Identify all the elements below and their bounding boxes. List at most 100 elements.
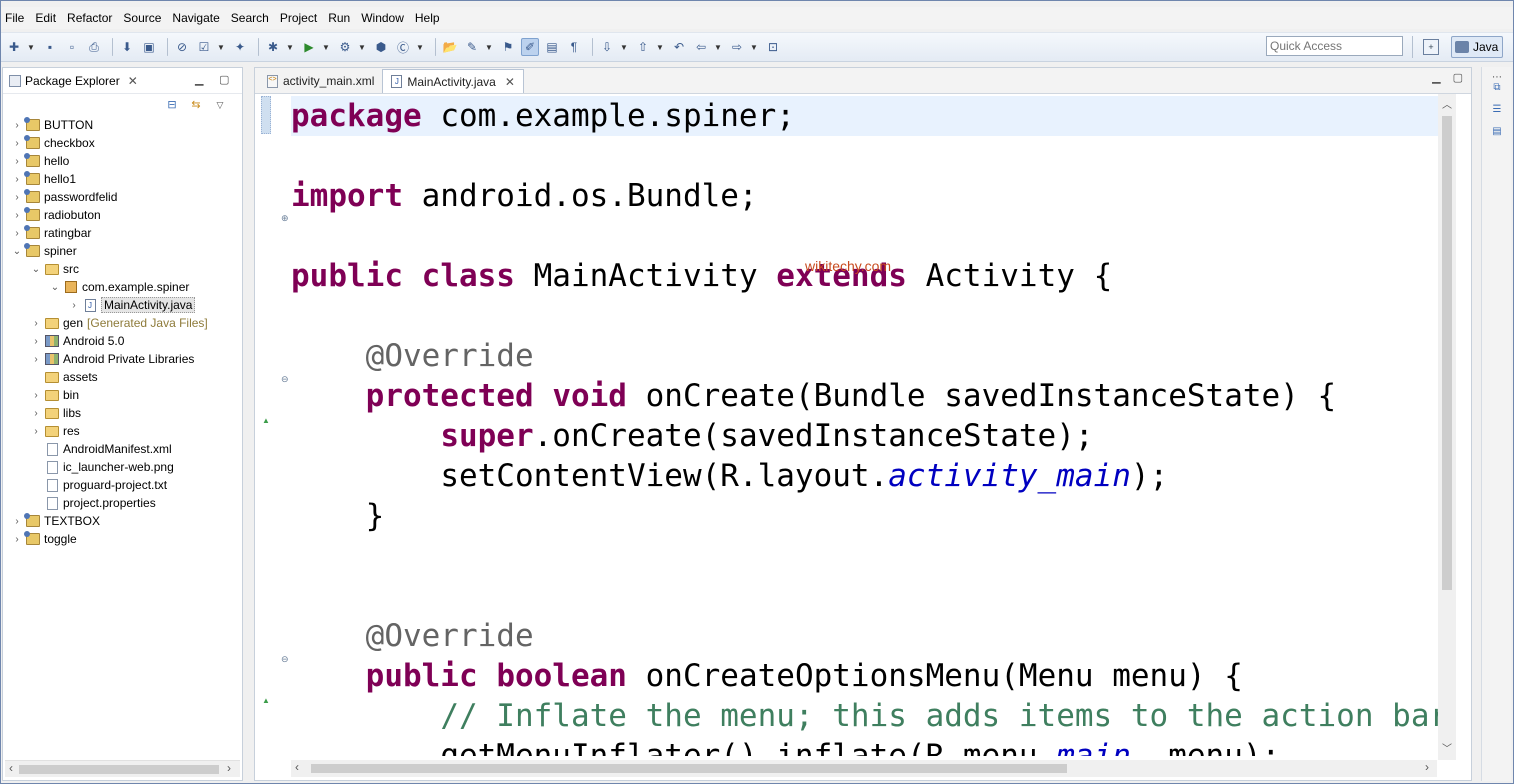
new-android-project-icon[interactable]: ✦ [231, 38, 249, 56]
print-icon[interactable]: ⎙ [85, 38, 103, 56]
menu-help[interactable]: Help [411, 11, 447, 25]
menu-window[interactable]: Window [357, 11, 411, 25]
forward-icon[interactable]: ⇨ [728, 38, 746, 56]
chevron-right-icon[interactable]: › [11, 210, 23, 221]
chevron-right-icon[interactable]: › [68, 300, 80, 311]
code-editor[interactable]: package com.example.spiner; import andro… [291, 94, 1439, 756]
new-icon[interactable]: ✚ [5, 38, 23, 56]
java-perspective-button[interactable]: Java [1451, 36, 1503, 58]
chevron-right-icon[interactable]: › [30, 390, 42, 401]
chevron-right-icon[interactable]: › [30, 354, 42, 365]
tree-item[interactable]: ic_launcher-web.png [3, 458, 242, 476]
collapse-all-icon[interactable]: ⊟ [165, 98, 179, 112]
tree-item[interactable]: › J MainActivity.java [3, 296, 242, 314]
run-icon[interactable]: ▶ [300, 38, 318, 56]
search-icon[interactable]: ✎ [463, 38, 481, 56]
tree-item[interactable]: › radiobuton [3, 206, 242, 224]
chevron-right-icon[interactable]: › [11, 120, 23, 131]
scroll-up-icon[interactable]: ︿ [1442, 96, 1452, 111]
scrollbar-thumb[interactable] [1442, 116, 1452, 590]
tree-item[interactable]: › libs [3, 404, 242, 422]
tree-item[interactable]: › hello [3, 152, 242, 170]
scrollbar-thumb[interactable] [311, 764, 1067, 773]
horizontal-scrollbar[interactable]: ‹ › [5, 760, 240, 777]
menu-search[interactable]: Search [227, 11, 276, 25]
run-dropdown-icon[interactable]: ▼ [322, 38, 330, 56]
chevron-right-icon[interactable]: › [11, 192, 23, 203]
vertical-scrollbar[interactable]: ︿ ﹀ [1438, 94, 1456, 760]
scroll-right-icon[interactable]: › [227, 761, 231, 775]
tree-item[interactable]: assets [3, 368, 242, 386]
fold-collapse-icon[interactable]: ⊖ [281, 374, 289, 385]
tree-item[interactable]: › passwordfelid [3, 188, 242, 206]
chevron-right-icon[interactable]: › [30, 426, 42, 437]
tree-item[interactable]: › Android 5.0 [3, 332, 242, 350]
chevron-down-icon[interactable]: ⌄ [30, 264, 42, 275]
chevron-down-icon[interactable]: ⌄ [49, 282, 61, 293]
back-dropdown-icon[interactable]: ▼ [714, 38, 722, 56]
tab-activity-main-xml[interactable]: <> activity_main.xml [259, 69, 382, 93]
tree-item[interactable]: ⌄ com.example.spiner [3, 278, 242, 296]
tree-item[interactable]: ⌄ spiner [3, 242, 242, 260]
maximize-icon[interactable]: ▢ [219, 73, 229, 86]
close-icon[interactable]: ✕ [128, 74, 138, 88]
chevron-right-icon[interactable]: › [30, 318, 42, 329]
toggle-mark-occurrences-icon[interactable]: ✐ [521, 38, 539, 56]
tree-item[interactable]: AndroidManifest.xml [3, 440, 242, 458]
checklist-dropdown-icon[interactable]: ▼ [217, 38, 225, 56]
previous-annotation-icon[interactable]: ⇧ [634, 38, 652, 56]
last-edit-location-icon[interactable]: ↶ [670, 38, 688, 56]
debug-icon[interactable]: ✱ [264, 38, 282, 56]
tree-item[interactable]: project.properties [3, 494, 242, 512]
tree-item[interactable]: › res [3, 422, 242, 440]
close-icon[interactable]: ✕ [505, 75, 515, 89]
next-annotation-dropdown-icon[interactable]: ▼ [620, 38, 628, 56]
new-class-dropdown-icon[interactable]: ▼ [416, 38, 424, 56]
back-icon[interactable]: ⇦ [692, 38, 710, 56]
tree-item[interactable]: › hello1 [3, 170, 242, 188]
chevron-right-icon[interactable]: › [11, 138, 23, 149]
tree-item[interactable]: › Android Private Libraries [3, 350, 242, 368]
tree-item[interactable]: › ratingbar [3, 224, 242, 242]
task-list-icon[interactable]: ☰ [1490, 103, 1504, 117]
avd-manager-icon[interactable]: ▣ [140, 38, 158, 56]
menu-file[interactable]: File [1, 11, 31, 25]
menu-navigate[interactable]: Navigate [168, 11, 226, 25]
chevron-right-icon[interactable]: › [11, 156, 23, 167]
scrollbar-thumb[interactable] [19, 765, 219, 774]
new-dropdown-icon[interactable]: ▼ [27, 38, 35, 56]
tree-item[interactable]: › BUTTON [3, 116, 242, 134]
maximize-icon[interactable]: ▢ [1453, 71, 1463, 84]
fold-expand-icon[interactable]: ⊕ [281, 213, 289, 224]
chevron-right-icon[interactable]: › [11, 534, 23, 545]
outline-icon[interactable]: ▤ [1490, 125, 1504, 139]
chevron-right-icon[interactable]: › [30, 408, 42, 419]
quick-access-input[interactable] [1266, 36, 1403, 56]
open-perspective-icon[interactable]: + [1423, 39, 1439, 55]
debug-dropdown-icon[interactable]: ▼ [286, 38, 294, 56]
sdk-manager-icon[interactable]: ⬇ [118, 38, 136, 56]
minimize-icon[interactable]: ▁ [1432, 71, 1440, 84]
scroll-right-icon[interactable]: › [1425, 760, 1429, 774]
chevron-down-icon[interactable]: ⌄ [11, 246, 23, 257]
previous-annotation-dropdown-icon[interactable]: ▼ [656, 38, 664, 56]
tree-item[interactable]: proguard-project.txt [3, 476, 242, 494]
fold-collapse-icon[interactable]: ⊖ [281, 654, 289, 665]
tab-mainactivity-java[interactable]: J MainActivity.java ✕ [382, 69, 524, 93]
menu-run[interactable]: Run [324, 11, 357, 25]
scroll-left-icon[interactable]: ‹ [295, 760, 299, 774]
tree-item[interactable]: › toggle [3, 530, 242, 548]
tab-package-explorer[interactable]: Package Explorer ✕ [3, 68, 144, 94]
restore-view-icon[interactable]: ⧉ [1490, 81, 1504, 95]
forward-dropdown-icon[interactable]: ▼ [750, 38, 758, 56]
tree-item[interactable]: › checkbox [3, 134, 242, 152]
tree-item[interactable]: › bin [3, 386, 242, 404]
new-java-project-icon[interactable]: ⬢ [372, 38, 390, 56]
menu-project[interactable]: Project [276, 11, 324, 25]
horizontal-scrollbar[interactable]: ‹ › [291, 760, 1437, 777]
chevron-right-icon[interactable]: › [30, 336, 42, 347]
skip-breakpoints-icon[interactable]: ⊘ [173, 38, 191, 56]
new-class-icon[interactable]: Ⓒ [394, 38, 412, 56]
menu-source[interactable]: Source [119, 11, 168, 25]
search-dropdown-icon[interactable]: ▼ [485, 38, 493, 56]
